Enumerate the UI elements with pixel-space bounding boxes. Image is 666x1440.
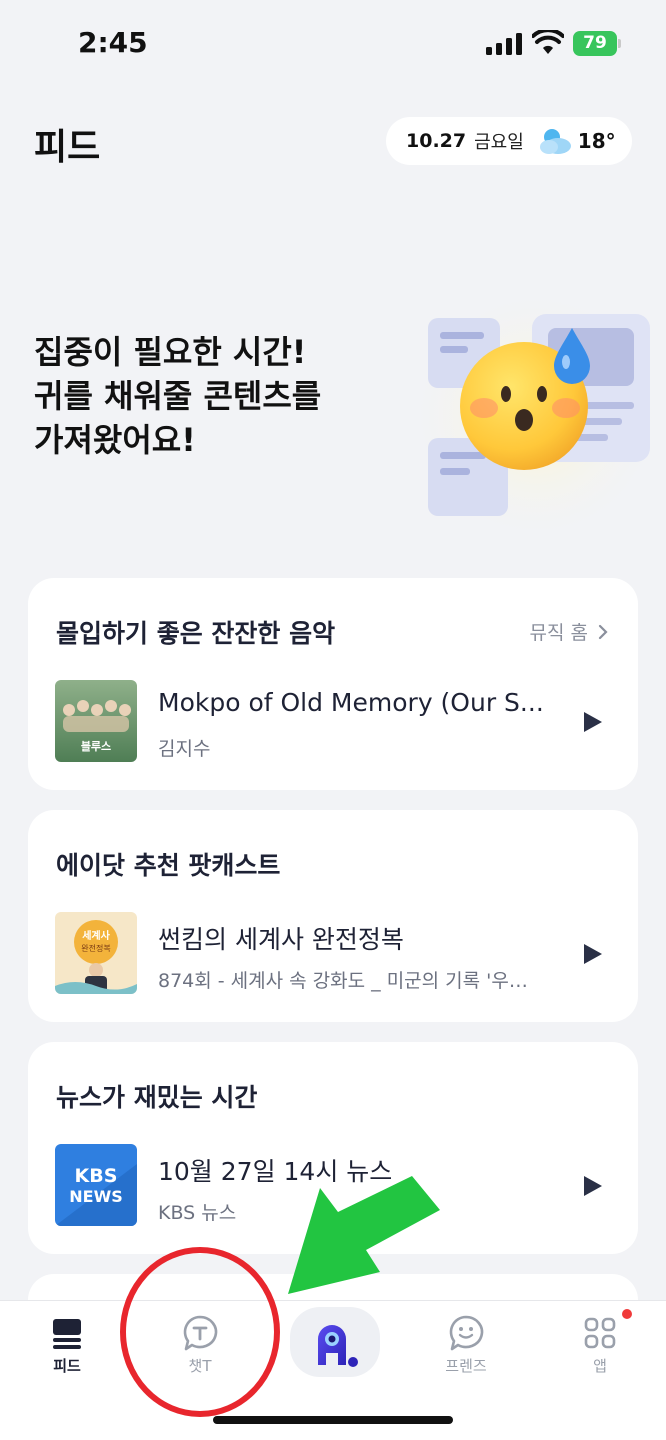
hero-line: 집중이 필요한 시간!	[34, 333, 307, 371]
cellular-signal-icon	[486, 33, 522, 55]
weather-temp: 18°	[577, 129, 616, 153]
nav-apps-label: 앱	[593, 1357, 607, 1375]
wifi-icon	[532, 30, 564, 54]
nav-friends-label: 프렌즈	[445, 1357, 487, 1375]
music-card: 몰입하기 좋은 잔잔한 음악 뮤직 홈 블루스 Mokpo of Old Mem…	[28, 578, 638, 790]
news-thumbnail[interactable]: KBS NEWS	[55, 1144, 137, 1226]
nav-feed[interactable]: 피드	[27, 1313, 107, 1376]
card-title: 에이닷 추천 팟캐스트	[56, 851, 281, 880]
hero-line: 귀를 채워줄 콘텐츠를	[34, 377, 322, 415]
track-title[interactable]: Mokpo of Old Memory (Our S...	[158, 688, 558, 717]
battery-level: 79	[583, 33, 607, 53]
status-time: 2:45	[78, 26, 148, 59]
news-card: 뉴스가 재밌는 시간 KBS NEWS 10월 27일 14시 뉴스 KBS 뉴…	[28, 1042, 638, 1254]
hero-message: 집중이 필요한 시간! 귀를 채워줄 콘텐츠를 가져왔어요!	[34, 330, 321, 462]
svg-text:블루스: 블루스	[81, 740, 111, 753]
album-thumbnail[interactable]: 블루스	[55, 680, 137, 762]
nav-apps[interactable]: 앱	[560, 1309, 640, 1376]
podcast-thumbnail[interactable]: 세계사 완전정복	[55, 912, 137, 994]
podcast-art-image: 세계사 완전정복	[55, 912, 137, 994]
card-title: 뉴스가 재밌는 시간	[56, 1083, 258, 1112]
chevron-right-icon	[598, 624, 608, 639]
notification-badge	[622, 1309, 632, 1319]
news-title[interactable]: 10월 27일 14시 뉴스	[158, 1152, 558, 1188]
podcast-card: 에이닷 추천 팟캐스트 세계사 완전정복 썬킴의 세계사 완전정복 874회 -…	[28, 810, 638, 1022]
battery-icon: 79	[573, 31, 621, 56]
page-title: 피드	[34, 127, 101, 168]
partly-cloudy-icon	[539, 129, 571, 154]
music-home-link-label: 뮤직 홈	[529, 622, 588, 644]
card-title: 몰입하기 좋은 잔잔한 음악	[56, 619, 336, 648]
weather-day: 금요일	[474, 132, 524, 153]
podcast-title[interactable]: 썬킴의 세계사 완전정복	[158, 920, 558, 956]
home-indicator	[213, 1416, 453, 1424]
podcast-episode: 874회 - 세계사 속 강화도 _ 미군의 기록 '우…	[158, 970, 528, 992]
svg-text:완전정복: 완전정복	[81, 943, 110, 953]
hero-line: 가져왔어요!	[34, 421, 196, 459]
status-bar: 2:45 79	[0, 0, 666, 90]
kbs-news-logo: KBS NEWS	[55, 1144, 137, 1226]
surprised-emoji-illustration	[406, 290, 666, 540]
feed-icon	[53, 1319, 81, 1349]
nav-friends[interactable]: 프렌즈	[426, 1313, 506, 1376]
track-artist: 김지수	[158, 738, 211, 760]
music-home-link[interactable]: 뮤직 홈	[530, 618, 608, 645]
play-icon[interactable]	[582, 1174, 604, 1198]
news-source: KBS 뉴스	[158, 1202, 237, 1224]
adot-logo-icon	[318, 1325, 358, 1367]
kbs-logo-text: KBS	[75, 1165, 118, 1187]
svg-text:세계사: 세계사	[82, 929, 110, 942]
play-icon[interactable]	[582, 942, 604, 966]
news-logo-text: NEWS	[69, 1187, 123, 1206]
weather-widget[interactable]: 10.27 금요일 18°	[386, 117, 632, 165]
nav-chat-t[interactable]: 챗T	[160, 1313, 240, 1376]
album-art-image: 블루스	[55, 680, 137, 762]
nav-feed-label: 피드	[53, 1357, 81, 1375]
nav-chat-t-label: 챗T	[188, 1357, 212, 1375]
weather-date: 10.27	[406, 130, 467, 152]
play-icon[interactable]	[582, 710, 604, 734]
nav-adot-home[interactable]	[290, 1307, 380, 1377]
friends-icon	[449, 1315, 484, 1351]
chat-t-icon	[183, 1315, 218, 1351]
apps-grid-icon	[584, 1317, 616, 1349]
